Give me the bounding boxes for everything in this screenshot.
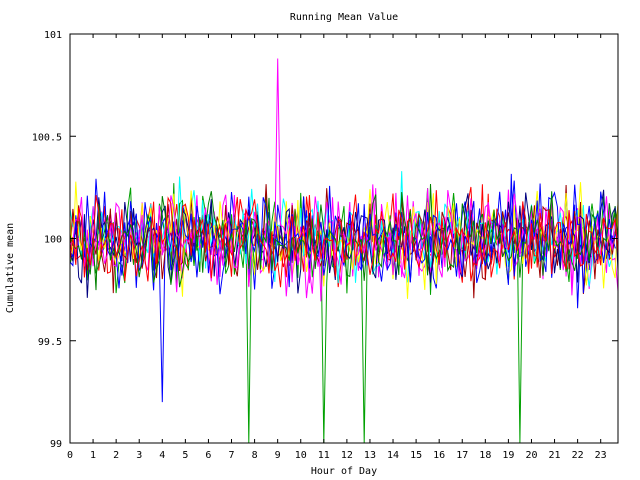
x-tick-label: 5	[182, 450, 188, 461]
x-tick-label: 22	[572, 450, 584, 461]
x-tick-label: 18	[479, 450, 491, 461]
y-axis-label: Cumulative mean	[5, 223, 16, 313]
x-axis-label: Hour of Day	[311, 466, 377, 477]
chart: Running Mean Value Hour of Day Cumulativ…	[0, 0, 640, 480]
y-tick-label: 99.5	[38, 337, 62, 348]
y-tick-label: 99	[50, 439, 62, 450]
x-tick-label: 17	[456, 450, 468, 461]
x-tick-label: 4	[159, 450, 165, 461]
x-tick-label: 13	[364, 450, 376, 461]
x-tick-label: 12	[341, 450, 353, 461]
x-tick-label: 8	[252, 450, 258, 461]
x-tick-label: 16	[433, 450, 445, 461]
x-tick-label: 6	[205, 450, 211, 461]
x-tick-label: 2	[113, 450, 119, 461]
x-tick-label: 7	[229, 450, 235, 461]
x-tick-label: 9	[275, 450, 281, 461]
y-tick-label: 100.5	[32, 132, 62, 143]
x-tick-label: 1	[90, 450, 96, 461]
x-tick-label: 23	[595, 450, 607, 461]
x-tick-label: 14	[387, 450, 399, 461]
x-tick-label: 0	[67, 450, 73, 461]
x-tick-label: 19	[502, 450, 514, 461]
x-tick-label: 3	[136, 450, 142, 461]
y-tick-label: 100	[44, 235, 62, 246]
x-tick-label: 11	[318, 450, 330, 461]
chart-title: Running Mean Value	[290, 12, 398, 23]
x-tick-label: 15	[410, 450, 422, 461]
y-tick-label: 101	[44, 30, 62, 41]
x-tick-label: 20	[525, 450, 537, 461]
x-tick-label: 10	[295, 450, 307, 461]
x-tick-label: 21	[549, 450, 561, 461]
